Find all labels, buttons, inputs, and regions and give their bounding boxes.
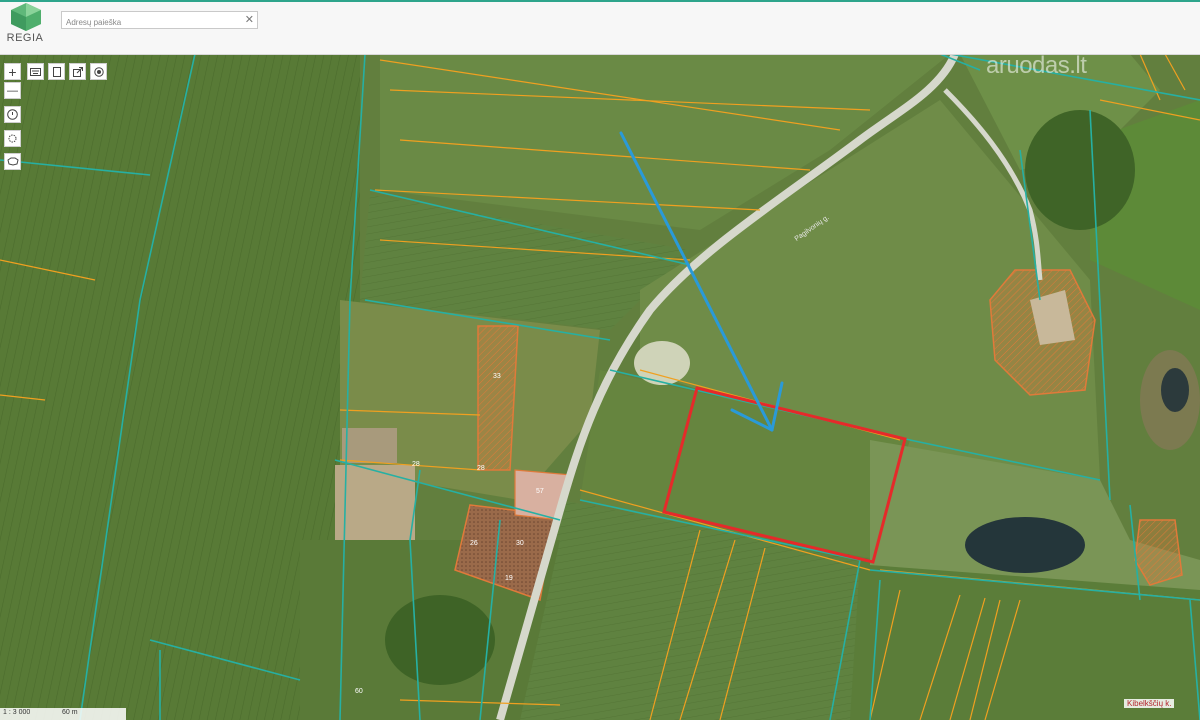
top-bar: REGIA ✕ (0, 0, 1200, 55)
parcel-number: 28 (412, 461, 420, 468)
export-icon (72, 66, 83, 77)
aruodas-watermark: aruodas.lt (986, 52, 1087, 79)
export-button[interactable] (69, 63, 86, 80)
keyboard-button[interactable] (27, 63, 44, 80)
logo-hexagon-icon (11, 3, 41, 31)
lithuania-outline-icon (6, 157, 19, 166)
keyboard-icon (30, 67, 41, 76)
scale-ratio: 1 : 3 000 (3, 709, 31, 716)
forest-north (1025, 110, 1135, 230)
map-scale: 1 : 3 000 60 m (0, 708, 126, 720)
zoom-out-button[interactable]: — (4, 82, 21, 99)
locality-label: Kibelkščių k. (1124, 699, 1175, 708)
document-button[interactable] (48, 63, 65, 80)
address-search-input[interactable] (62, 14, 241, 31)
light-spot (634, 341, 690, 385)
map-application: REGIA ✕ (0, 0, 1200, 720)
bare-plot-2 (342, 428, 397, 463)
lithuania-map-button[interactable] (4, 153, 21, 170)
zoom-in-button[interactable]: + (4, 63, 21, 80)
parcel-number: 19 (505, 575, 513, 582)
settings-icon (8, 134, 17, 143)
bare-plot (335, 465, 415, 545)
orthophoto-map: 33 28 28 57 26 30 19 60 (0, 54, 1200, 720)
parcel-number: 28 (477, 465, 485, 472)
parcel-number: 26 (470, 540, 478, 547)
tree-cluster (385, 595, 495, 685)
pond (965, 517, 1085, 573)
parcel-number: 30 (516, 540, 524, 547)
parcel-number: 60 (355, 688, 363, 695)
parcel-number: 57 (536, 488, 544, 495)
scale-distance: 60 m (62, 709, 78, 716)
map-canvas[interactable]: 33 28 28 57 26 30 19 60 Pagilvonių g. (0, 54, 1200, 720)
info-icon (7, 109, 18, 120)
settings-button[interactable] (4, 130, 21, 147)
clear-search-icon[interactable]: ✕ (245, 12, 254, 28)
target-button[interactable] (90, 63, 107, 80)
document-icon (52, 66, 61, 77)
info-button[interactable] (4, 106, 21, 123)
pond-north (1161, 368, 1189, 412)
target-icon (93, 66, 104, 77)
address-search[interactable]: ✕ (61, 11, 258, 31)
logo-text: REGIA (6, 32, 44, 44)
parcel-number: 33 (493, 373, 501, 380)
